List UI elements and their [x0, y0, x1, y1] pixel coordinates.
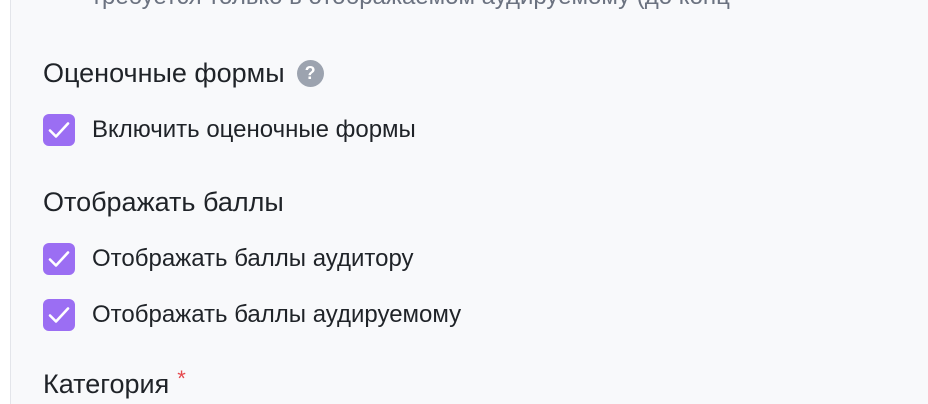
checkmark-icon: [48, 251, 70, 267]
forms-heading: Оценочные формы ?: [43, 58, 324, 89]
enable-forms-checkbox[interactable]: [43, 114, 75, 146]
forms-title: Оценочные формы: [43, 58, 285, 88]
show-scores-auditor-label: Отображать баллы аудитору: [92, 245, 414, 272]
truncated-description: требуется только в отображаемом аудируем…: [91, 0, 730, 11]
show-scores-auditor-checkbox[interactable]: [43, 243, 75, 275]
settings-panel: требуется только в отображаемом аудируем…: [10, 0, 928, 404]
scores-heading: Отображать баллы: [43, 187, 284, 218]
required-mark: *: [177, 365, 186, 391]
show-scores-auditor-row[interactable]: Отображать баллы аудитору: [43, 243, 414, 275]
scores-title: Отображать баллы: [43, 187, 284, 217]
enable-forms-row[interactable]: Включить оценочные формы: [43, 114, 416, 146]
checkmark-icon: [48, 307, 70, 323]
show-scores-auditee-row[interactable]: Отображать баллы аудируемому: [43, 299, 461, 331]
checkmark-icon: [48, 122, 70, 138]
enable-forms-label: Включить оценочные формы: [92, 116, 416, 143]
show-scores-auditee-checkbox[interactable]: [43, 299, 75, 331]
help-icon[interactable]: ?: [296, 60, 324, 87]
category-title: Категория: [43, 369, 170, 399]
settings-frame: требуется только в отображаемом аудируем…: [0, 0, 928, 404]
show-scores-auditee-label: Отображать баллы аудируемому: [92, 301, 462, 328]
category-heading: Категория *: [43, 365, 186, 400]
